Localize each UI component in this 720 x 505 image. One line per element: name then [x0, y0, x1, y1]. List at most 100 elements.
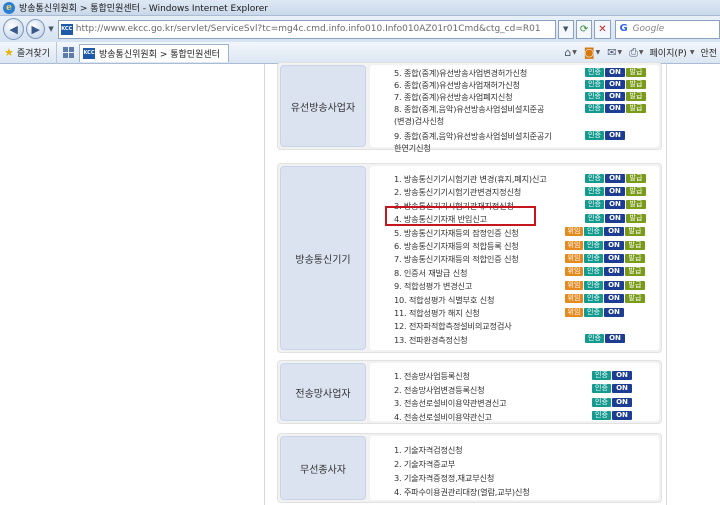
in-badge[interactable]: 인증	[585, 130, 604, 140]
bal-badge[interactable]: 발급	[625, 294, 645, 304]
safety-menu[interactable]: 안전	[700, 46, 717, 59]
service-link[interactable]: 9. 종합(중계,음악)유선방송사업설비설치준공기	[394, 130, 552, 142]
on-badge[interactable]: ON	[612, 397, 632, 407]
in-badge[interactable]: 인증	[584, 267, 603, 277]
on-badge[interactable]: ON	[605, 334, 625, 344]
service-link[interactable]: 6. 방송통신기자재등의 적합등록 신청	[394, 240, 519, 252]
service-link[interactable]: 한연기신청	[394, 142, 431, 154]
in-badge[interactable]: 인증	[584, 253, 603, 263]
url-text[interactable]: http://www.ekcc.go.kr/servlet/ServiceSvl…	[76, 24, 541, 34]
in-badge[interactable]: 인증	[584, 280, 603, 290]
service-link[interactable]: 5. 종합(중계)유선방송사업변경허가신청	[394, 67, 527, 79]
in-badge[interactable]: 인증	[585, 67, 604, 77]
wi-badge[interactable]: 위임	[565, 280, 583, 290]
back-button[interactable]: ◀	[3, 18, 25, 40]
in-badge[interactable]: 인증	[584, 240, 603, 250]
service-link[interactable]: 3. 기술자격증정정,재교부신청	[394, 472, 494, 484]
home-dropdown-icon[interactable]: ▼	[572, 49, 577, 56]
in-badge[interactable]: 인증	[592, 370, 611, 380]
bal-badge[interactable]: 발급	[626, 79, 646, 89]
mail-icon[interactable]: ✉	[607, 46, 616, 59]
wi-badge[interactable]: 위임	[565, 227, 583, 237]
service-link[interactable]: 2. 방송통신기기시험기관변경지정신청	[394, 186, 521, 198]
wi-badge[interactable]: 위임	[565, 267, 583, 277]
on-badge[interactable]: ON	[612, 384, 632, 393]
bal-badge[interactable]: 발급	[625, 240, 645, 250]
on-badge[interactable]: ON	[605, 200, 625, 210]
in-badge[interactable]: 인증	[585, 91, 604, 101]
on-badge[interactable]: ON	[604, 227, 624, 237]
in-badge[interactable]: 인증	[585, 79, 604, 89]
bal-badge[interactable]: 발급	[625, 267, 645, 277]
on-badge[interactable]: ON	[612, 370, 632, 380]
home-icon[interactable]: ⌂	[564, 46, 571, 59]
service-link[interactable]: 11. 적합성평가 해지 신청	[394, 307, 480, 319]
bal-badge[interactable]: 발급	[625, 253, 645, 263]
print-icon[interactable]: ⎙	[629, 46, 638, 60]
on-badge[interactable]: ON	[612, 411, 632, 420]
refresh-button[interactable]: ⟳	[575, 19, 593, 39]
on-badge[interactable]: ON	[604, 267, 624, 277]
feeds-icon[interactable]: ◙	[584, 46, 595, 59]
service-link[interactable]: 7. 방송통신기자재등의 적합인증 신청	[394, 253, 519, 265]
bal-badge[interactable]: 발급	[625, 280, 645, 290]
wi-badge[interactable]: 위임	[565, 253, 583, 263]
on-badge[interactable]: ON	[604, 307, 624, 317]
on-badge[interactable]: ON	[605, 67, 625, 77]
in-badge[interactable]: 인증	[585, 173, 604, 183]
service-link[interactable]: 7. 종합(중계)유선방송사업폐지신청	[394, 91, 513, 103]
in-badge[interactable]: 인증	[584, 294, 603, 304]
tab-current[interactable]: KCC 방송통신위원회 > 통합민원센터	[79, 43, 229, 62]
in-badge[interactable]: 인증	[592, 397, 611, 407]
on-badge[interactable]: ON	[605, 103, 625, 113]
wi-badge[interactable]: 위임	[565, 307, 583, 317]
on-badge[interactable]: ON	[605, 213, 625, 223]
service-link[interactable]: 1. 방송통신기기시험기관 변경(휴지,폐지)신고	[394, 173, 547, 185]
on-badge[interactable]: ON	[604, 253, 624, 263]
bal-badge[interactable]: 발급	[625, 227, 645, 237]
service-link[interactable]: 2. 기술자격증교부	[394, 458, 455, 470]
in-badge[interactable]: 인증	[585, 334, 604, 344]
service-link[interactable]: 8. 종합(중계,음악)유선방송사업설비설치준공	[394, 103, 544, 115]
in-badge[interactable]: 인증	[585, 186, 604, 196]
service-link[interactable]: 8. 인증서 재발급 신청	[394, 267, 467, 279]
in-badge[interactable]: 인증	[585, 213, 604, 223]
on-badge[interactable]: ON	[604, 240, 624, 250]
wi-badge[interactable]: 위임	[565, 294, 583, 304]
wi-badge[interactable]: 위임	[565, 240, 583, 250]
page-dropdown-icon[interactable]: ▼	[690, 49, 695, 56]
service-link[interactable]: 4. 전송선로설비이용약관신고	[394, 411, 492, 423]
quick-tabs-icon[interactable]	[63, 47, 74, 58]
bal-badge[interactable]: 발급	[626, 186, 646, 196]
service-link[interactable]: 9. 적합성평가 변경신고	[394, 280, 472, 292]
favorites-button[interactable]: ★ 즐겨찾기	[0, 41, 57, 64]
feeds-dropdown-icon[interactable]: ▼	[596, 49, 601, 56]
on-badge[interactable]: ON	[604, 294, 624, 304]
bal-badge[interactable]: 발급	[626, 173, 646, 183]
mail-dropdown-icon[interactable]: ▼	[617, 49, 622, 56]
search-input[interactable]: G Google	[614, 19, 720, 39]
bal-badge[interactable]: 발급	[626, 67, 646, 77]
address-dropdown-button[interactable]: ▼	[557, 19, 574, 39]
in-badge[interactable]: 인증	[592, 384, 611, 393]
in-badge[interactable]: 인증	[592, 411, 611, 420]
on-badge[interactable]: ON	[605, 79, 625, 89]
service-link[interactable]: 1. 기술자격검정신청	[394, 444, 463, 456]
service-link[interactable]: 10. 적합성평가 식별부호 신청	[394, 294, 494, 306]
service-link[interactable]: 13. 전파환경측정신청	[394, 334, 468, 346]
service-link[interactable]: 2. 전송망사업변경등록신청	[394, 384, 485, 396]
page-menu[interactable]: 페이지(P)	[650, 46, 687, 59]
on-badge[interactable]: ON	[605, 130, 625, 140]
on-badge[interactable]: ON	[605, 91, 625, 101]
history-dropdown-icon[interactable]: ▼	[48, 25, 53, 33]
bal-badge[interactable]: 발급	[626, 91, 646, 101]
service-link[interactable]: 3. 전송선로설비이용약관변경신고	[394, 397, 507, 409]
on-badge[interactable]: ON	[605, 173, 625, 183]
service-link[interactable]: 1. 전송망사업등록신청	[394, 370, 470, 382]
in-badge[interactable]: 인증	[584, 307, 603, 317]
service-link[interactable]: 4. 주파수이용권관리대장(열람,교부)신청	[394, 486, 530, 498]
bal-badge[interactable]: 발급	[626, 200, 646, 210]
on-badge[interactable]: ON	[604, 280, 624, 290]
service-link[interactable]: 6. 종합(중계)유선방송사업재허가신청	[394, 79, 520, 91]
forward-button[interactable]: ▶	[26, 19, 46, 39]
